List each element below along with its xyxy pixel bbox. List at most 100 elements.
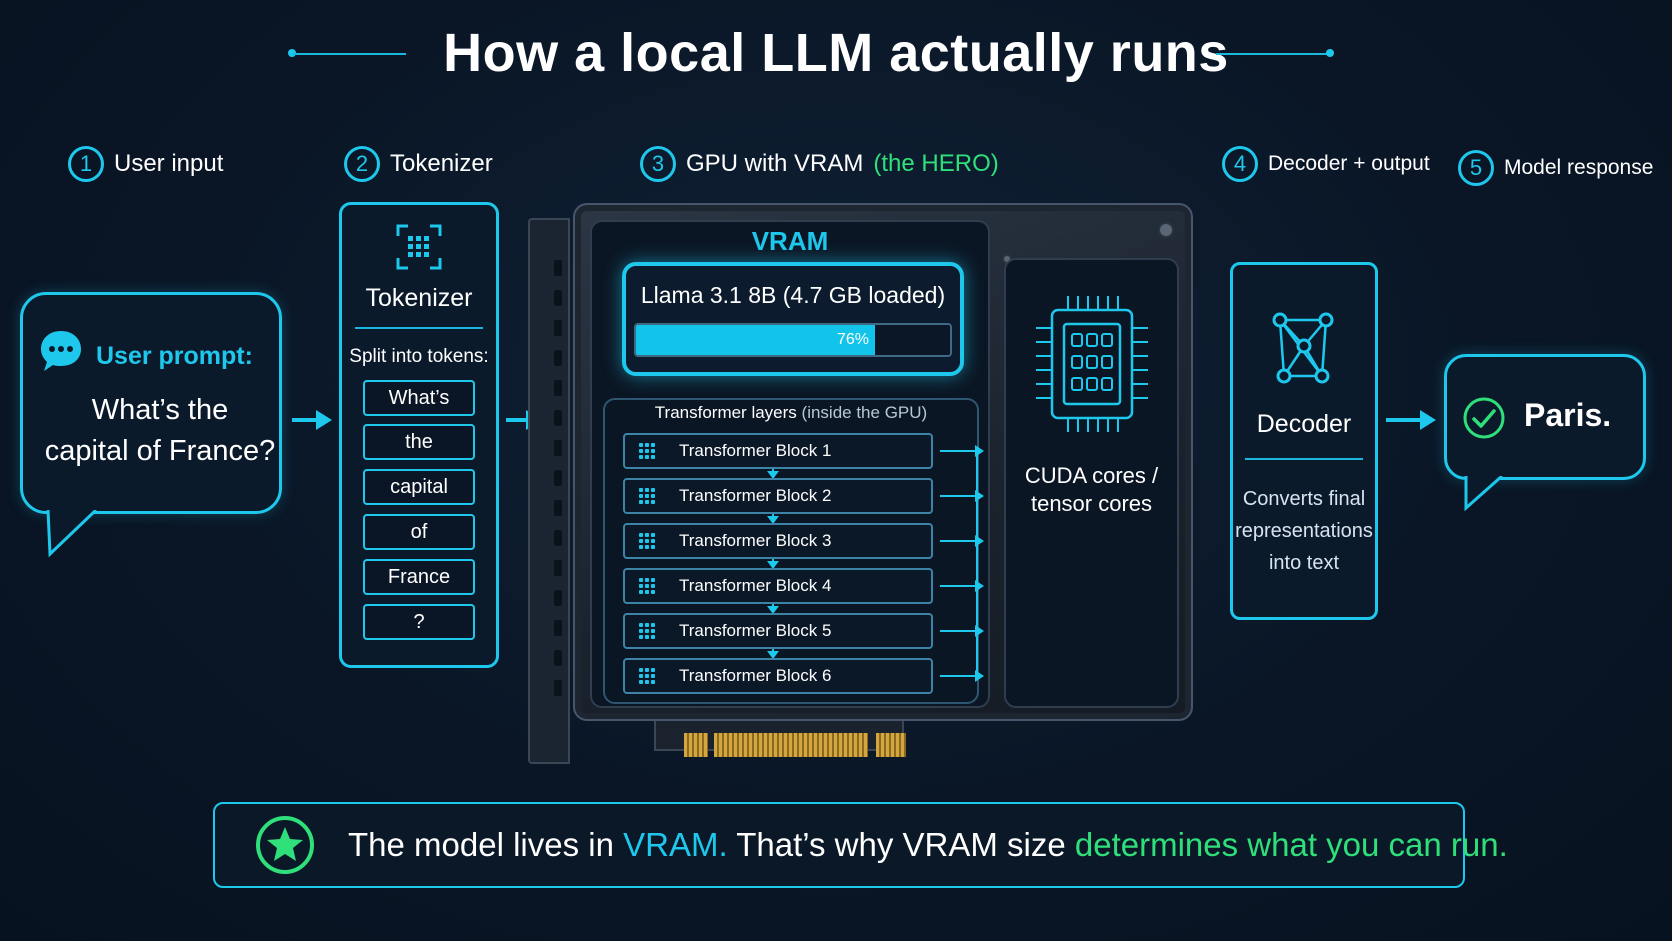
transformer-block-label: Transformer Block 6 bbox=[679, 666, 832, 685]
transformer-block: Transformer Block 6 bbox=[623, 658, 933, 694]
pcie-contacts bbox=[714, 733, 868, 757]
decoder-line-3: into text bbox=[1268, 552, 1340, 574]
decoder-title: Decoder bbox=[1256, 410, 1352, 438]
vram-title: VRAM bbox=[751, 226, 829, 256]
decoder-line-1: Converts final bbox=[1242, 488, 1366, 510]
step-4-number: 4 bbox=[1222, 146, 1258, 182]
transformer-block: Transformer Block 2 bbox=[623, 478, 933, 514]
bracket-slot bbox=[554, 560, 562, 576]
title-left-line bbox=[292, 53, 406, 55]
pcie-contacts bbox=[684, 733, 708, 757]
step-1-number: 1 bbox=[68, 146, 104, 182]
cuda-cores-line-2: tensor cores bbox=[1030, 491, 1153, 516]
tokenizer-divider bbox=[355, 327, 483, 329]
vram-model-name: Llama 3.1 8B (4.7 GB loaded) bbox=[640, 282, 946, 308]
step-5-number: 5 bbox=[1458, 150, 1494, 186]
bracket-slot bbox=[554, 260, 562, 276]
transformer-block: Transformer Block 5 bbox=[623, 613, 933, 649]
check-icon bbox=[1463, 397, 1505, 439]
bracket-slot bbox=[554, 680, 562, 696]
step-4-label: Decoder + output bbox=[1268, 152, 1430, 175]
vram-usage-bar: 76% bbox=[634, 323, 952, 357]
vram-usage-percent: 76% bbox=[836, 331, 869, 348]
token-item: What’s bbox=[363, 380, 475, 416]
chat-icon bbox=[41, 331, 81, 371]
takeaway-part-3: That’s why VRAM size bbox=[727, 826, 1075, 863]
step-3-highlight: (the HERO) bbox=[873, 150, 999, 177]
step-1-label: User input bbox=[114, 150, 224, 177]
transformer-layers-title: Transformer layers (inside the GPU) bbox=[603, 403, 979, 423]
grid-icon bbox=[639, 668, 655, 684]
token-item: ? bbox=[363, 604, 475, 640]
side-arrow bbox=[940, 585, 976, 587]
step-3-label: GPU with VRAM bbox=[686, 150, 864, 177]
arrow-decoder-to-response bbox=[1386, 418, 1422, 422]
arrow-tokenizer-to-gpu bbox=[506, 418, 528, 422]
title-right-dot bbox=[1326, 49, 1334, 57]
step-5-header: 5 Model response bbox=[1458, 150, 1653, 186]
transformer-side-rail bbox=[976, 451, 978, 673]
model-response-bubble-tail bbox=[1464, 476, 1503, 512]
cuda-cores-label: CUDA cores / tensor cores bbox=[1004, 462, 1179, 518]
side-arrow bbox=[940, 675, 976, 677]
screw bbox=[1158, 222, 1174, 238]
takeaway-vram-highlight: VRAM. bbox=[623, 826, 728, 863]
step-5-label: Model response bbox=[1504, 156, 1654, 179]
side-arrow bbox=[940, 540, 976, 542]
bracket-slot bbox=[554, 500, 562, 516]
transformer-block-label: Transformer Block 4 bbox=[679, 576, 832, 595]
title-right-line bbox=[1216, 53, 1328, 55]
transformer-block: Transformer Block 4 bbox=[623, 568, 933, 604]
step-2-label: Tokenizer bbox=[390, 150, 493, 177]
user-prompt-text: What’s the capital of France? bbox=[40, 390, 280, 472]
takeaway-text: The model lives in VRAM. That’s why VRAM… bbox=[348, 826, 1508, 864]
takeaway-part-1: The model lives in bbox=[348, 826, 624, 863]
side-arrow bbox=[940, 630, 976, 632]
step-2-number: 2 bbox=[344, 146, 380, 182]
bracket-slot bbox=[554, 320, 562, 336]
step-4-header: 4 Decoder + output bbox=[1222, 146, 1430, 182]
pcie-contacts bbox=[876, 733, 906, 757]
token-item: the bbox=[363, 424, 475, 460]
decoder-line-2: representations bbox=[1235, 520, 1373, 542]
transformer-layers-note: (inside the GPU) bbox=[801, 403, 928, 422]
bracket-slot bbox=[554, 410, 562, 426]
transformer-block-label: Transformer Block 3 bbox=[679, 531, 832, 550]
transformer-block: Transformer Block 3 bbox=[623, 523, 933, 559]
gpu-bracket bbox=[528, 218, 570, 764]
side-arrow bbox=[940, 495, 976, 497]
bracket-slot bbox=[554, 530, 562, 546]
network-icon bbox=[1272, 312, 1334, 384]
user-prompt-line-2: capital of France? bbox=[44, 435, 276, 467]
step-2-header: 2 Tokenizer bbox=[344, 146, 493, 182]
takeaway-determines-highlight: determines what you can run. bbox=[1074, 826, 1508, 863]
user-prompt-line-1: What’s the bbox=[91, 394, 229, 426]
transformer-layers-label: Transformer layers bbox=[654, 403, 797, 422]
grid-icon bbox=[639, 533, 655, 549]
grid-icon bbox=[639, 623, 655, 639]
star-icon bbox=[256, 816, 314, 874]
bracket-slot bbox=[554, 350, 562, 366]
transformer-block-label: Transformer Block 5 bbox=[679, 621, 832, 640]
tokenizer-title: Tokenizer bbox=[365, 284, 473, 312]
grid-icon bbox=[639, 443, 655, 459]
page-title: How a local LLM actually runs bbox=[443, 23, 1229, 83]
arrow-input-to-tokenizer-head bbox=[316, 410, 332, 430]
grid-icon bbox=[639, 488, 655, 504]
user-prompt-label: User prompt: bbox=[96, 342, 253, 370]
chip-icon bbox=[1036, 296, 1148, 432]
token-item: France bbox=[363, 559, 475, 595]
arrow-input-to-tokenizer bbox=[292, 418, 318, 422]
transformer-block: Transformer Block 1 bbox=[623, 433, 933, 469]
user-prompt-bubble-tail bbox=[46, 510, 98, 558]
grid-icon bbox=[639, 578, 655, 594]
bracket-slot bbox=[554, 470, 562, 486]
bracket-slot bbox=[554, 590, 562, 606]
transformer-block-label: Transformer Block 1 bbox=[679, 441, 832, 460]
scan-icon bbox=[396, 224, 442, 270]
transformer-block-label: Transformer Block 2 bbox=[679, 486, 832, 505]
bracket-slot bbox=[554, 440, 562, 456]
bracket-slot bbox=[554, 650, 562, 666]
step-3-header: 3 GPU with VRAM (the HERO) bbox=[640, 146, 999, 182]
side-arrow bbox=[940, 450, 976, 452]
